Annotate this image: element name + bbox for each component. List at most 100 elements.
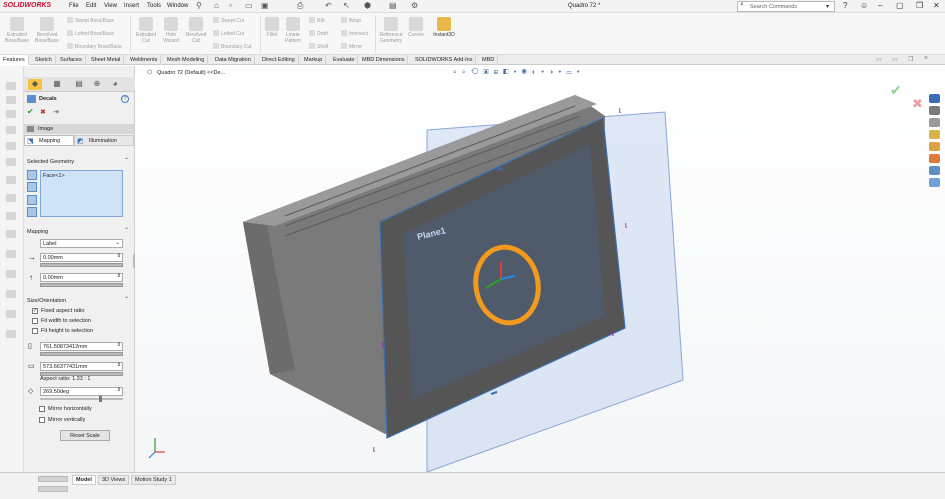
collapse-chevron-icon[interactable]: ⌃ <box>124 157 129 164</box>
rotation-track[interactable] <box>40 398 123 400</box>
folder-icon[interactable] <box>929 130 940 139</box>
vertical-offset-input[interactable]: 0.00mm ⇕ <box>40 273 123 282</box>
appearance-tab-icon[interactable]: ◆ <box>28 79 42 90</box>
scroll-thumb[interactable] <box>38 476 68 482</box>
pin-icon[interactable]: ⚲ <box>196 1 202 10</box>
fit-width-checkbox[interactable] <box>32 318 38 324</box>
reference-geometry-button[interactable]: Reference Geometry <box>377 17 405 44</box>
spin-arrows-icon[interactable]: ⇕ <box>117 253 121 259</box>
extruded-cut-button[interactable]: Extruded Cut <box>133 17 159 44</box>
selected-geometry-header[interactable]: Selected Geometry <box>27 159 74 165</box>
extruded-boss-button[interactable]: Extruded Boss/Base <box>4 17 30 44</box>
tab-model[interactable]: Model <box>72 475 96 485</box>
tab-sketch[interactable]: Sketch <box>32 55 56 65</box>
save-icon[interactable]: ▣ <box>261 1 269 10</box>
graphics-area[interactable]: ⬡ Quadro 72 (Default) <<De... ⌕⌕⟲▣⊞◧▾◉◐▾… <box>135 66 945 472</box>
help-icon[interactable]: ? <box>843 1 847 10</box>
appearances-icon[interactable] <box>929 154 940 163</box>
face-filter-icon[interactable] <box>27 182 37 192</box>
tab-sheet-metal[interactable]: Sheet Metal <box>88 55 125 65</box>
help-icon[interactable]: ? <box>121 95 129 103</box>
revolved-cut-button[interactable]: Revolved Cut <box>183 17 209 44</box>
user-icon[interactable]: ☺ <box>860 1 868 10</box>
tab-evaluate[interactable]: Evaluate <box>330 55 359 65</box>
horizontal-slider[interactable] <box>40 263 123 267</box>
menu-file[interactable]: File <box>69 3 79 9</box>
tree-item-icon[interactable] <box>6 126 16 134</box>
rotation-thumb[interactable] <box>99 396 102 402</box>
tree-item-icon[interactable] <box>6 176 16 184</box>
height-input[interactable]: 573.66377431mm ⇕ <box>40 362 123 371</box>
draft-button[interactable]: Draft <box>309 30 328 37</box>
part-filter-icon[interactable] <box>27 207 37 217</box>
swept-cut-button[interactable]: Swept Cut <box>213 17 244 24</box>
lofted-cut-button[interactable]: Lofted Cut <box>213 30 244 37</box>
float-icon[interactable]: ▭ <box>892 56 898 63</box>
mapping-header[interactable]: Mapping <box>27 229 48 235</box>
tab-mesh-modeling[interactable]: Mesh Modeling <box>164 55 209 65</box>
open-icon[interactable]: ▭ <box>245 1 253 10</box>
tree-item-icon[interactable] <box>6 212 16 220</box>
home-icon[interactable]: ⌂ <box>214 1 219 10</box>
shell-button[interactable]: Shell <box>309 43 328 50</box>
file-properties-icon[interactable]: ▤ <box>389 1 397 10</box>
tree-item-icon[interactable] <box>6 158 16 166</box>
vertical-slider[interactable] <box>40 283 123 287</box>
custom-properties-icon[interactable] <box>929 166 940 175</box>
menu-edit[interactable]: Edit <box>86 3 96 9</box>
ok-check-icon[interactable]: ✔ <box>27 107 34 116</box>
collapse-icon[interactable]: ▭ <box>876 56 882 63</box>
restore-pane-icon[interactable]: ❐ <box>908 56 913 63</box>
selection-list[interactable]: Face<1> <box>40 170 123 217</box>
size-orientation-header[interactable]: Size/Orientation <box>27 298 66 304</box>
tree-item-icon[interactable] <box>6 82 16 90</box>
wrap-button[interactable]: Wrap <box>341 17 361 24</box>
reset-scale-button[interactable]: Reset Scale <box>60 430 110 441</box>
restore-icon[interactable]: ▢ <box>896 1 904 10</box>
tab-direct-editing[interactable]: Direct Editing <box>259 55 299 65</box>
instant3d-button[interactable]: Instant3D <box>429 17 459 39</box>
menu-view[interactable]: View <box>104 3 117 9</box>
horizontal-offset-input[interactable]: 0.00mm ⇕ <box>40 253 123 262</box>
width-slider[interactable] <box>40 352 123 356</box>
pushpin-icon[interactable]: ⇥ <box>53 108 59 116</box>
tab-surfaces[interactable]: Surfaces <box>57 55 86 65</box>
intersect-button[interactable]: Intersect <box>341 30 368 37</box>
mirror-v-checkbox[interactable] <box>39 417 45 423</box>
tab-mbd-dimensions[interactable]: MBD Dimensions <box>359 55 409 65</box>
illumination-subtab[interactable]: ◩ Illumination <box>74 135 134 146</box>
tab-mbd[interactable]: MBD <box>479 55 499 65</box>
fillet-button[interactable]: Fillet <box>262 17 282 39</box>
spin-arrows-icon[interactable]: ⇕ <box>117 362 121 368</box>
face-filter-icon[interactable] <box>27 170 37 180</box>
target-tab-icon[interactable]: ⊕ <box>90 79 104 90</box>
tab-markup[interactable]: Markup <box>301 55 327 65</box>
tree-item-icon[interactable] <box>6 96 16 104</box>
tab-motion-study[interactable]: Motion Study 1 <box>131 475 176 485</box>
print-icon[interactable]: ⎙ <box>297 1 303 11</box>
close-pane-icon[interactable]: × <box>924 55 928 62</box>
body-filter-icon[interactable] <box>27 195 37 205</box>
fit-height-checkbox[interactable] <box>32 328 38 334</box>
mapping-subtab[interactable]: ⬔ Mapping <box>24 135 74 146</box>
menu-tools[interactable]: Tools <box>147 3 161 9</box>
spin-arrows-icon[interactable]: ⇕ <box>117 387 121 393</box>
mapping-type-select[interactable]: Label ⌄ <box>40 239 123 248</box>
tree-item-icon[interactable] <box>6 310 16 318</box>
options-gear-icon[interactable]: ⚙ <box>411 1 418 10</box>
resources-icon[interactable] <box>929 94 940 103</box>
decals-tab-icon[interactable]: ▤ <box>72 79 86 90</box>
tv-model-view[interactable]: Plane1 ɩ ɩ ɩ ɩ ɩ <box>135 66 945 472</box>
swept-boss-button[interactable]: Swept Boss/Base <box>67 17 114 24</box>
mirror-h-checkbox[interactable] <box>39 406 45 412</box>
undo-icon[interactable]: ↶ <box>325 1 332 10</box>
selected-face-item[interactable]: Face<1> <box>43 173 65 179</box>
tree-item-icon[interactable] <box>6 330 16 338</box>
file-explorer-icon[interactable] <box>929 118 940 127</box>
tile-icon[interactable]: ❐ <box>916 1 923 10</box>
cancel-x-icon[interactable]: ✖ <box>40 108 46 116</box>
fixed-aspect-checkbox[interactable]: ✓ <box>32 308 38 314</box>
tab-features[interactable]: Features <box>0 55 29 65</box>
select-icon[interactable]: ↖ <box>343 1 350 10</box>
rib-button[interactable]: Rib <box>309 17 325 24</box>
